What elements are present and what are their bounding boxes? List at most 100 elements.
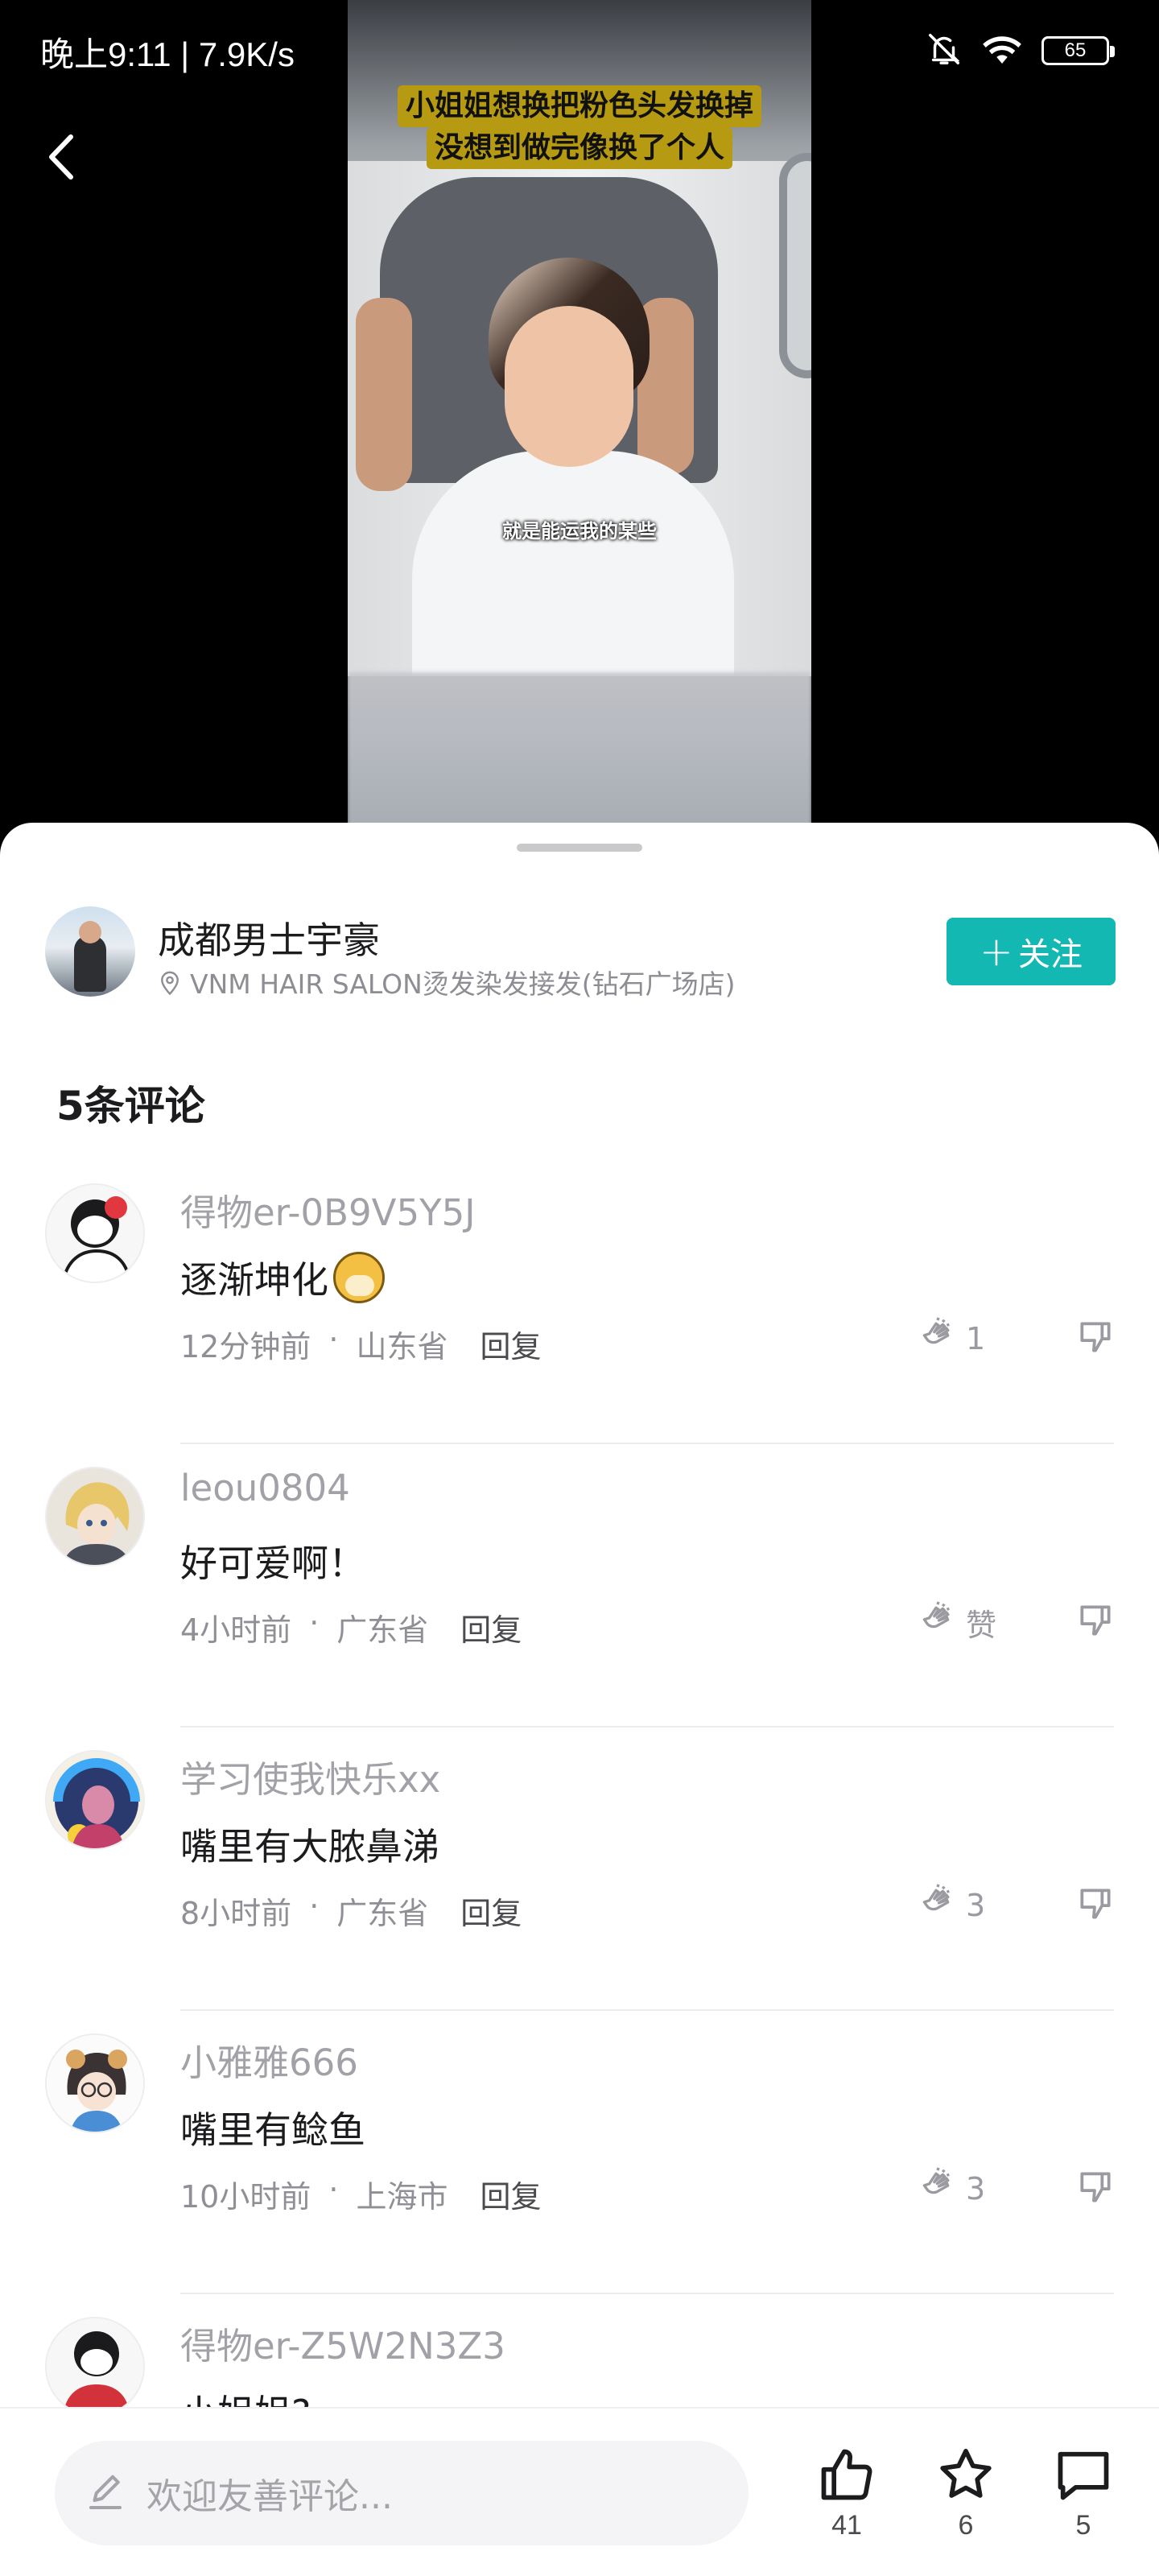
mute-icon [926,31,963,71]
clap-button[interactable]: 赞 [918,1600,996,1645]
video-blurred-bottom [348,672,811,829]
comments-header: 5条评论 [56,1083,205,1129]
clap-button[interactable]: 3 [918,1884,985,1927]
comment-region: 广东省 [336,1896,429,1931]
sheet-drag-handle[interactable] [517,844,642,852]
comment-item: 学习使我快乐xx 嘴里有大脓鼻涕 8小时前 · 广东省 回复 3 [0,1728,1159,2011]
dislike-button[interactable] [1075,1317,1116,1360]
comment-meta: 4小时前 · 广东省 回复 [180,1605,522,1649]
avatar-head [79,921,101,943]
comment-input-placeholder: 欢迎友善评论... [146,2476,393,2517]
comment-sheet: 成都男士宇豪 VNM HAIR SALON烫发染发接发(钻石广场店) + 关注 … [0,823,1159,2576]
comment-list: 得物er-0B9V5Y5J 逐渐坤化 12分钟前 · 山东省 回复 1 leou… [0,1161,1159,2576]
back-icon [49,134,73,180]
clap-button[interactable]: 1 [918,1317,985,1360]
comment-region: 山东省 [356,1329,448,1364]
author-avatar[interactable] [45,906,135,997]
favorite-button[interactable]: 6 [926,2444,1006,2541]
comment-icon [1058,2451,1109,2500]
clap-icon [922,1884,950,1911]
comment-item: 得物er-0B9V5Y5J 逐渐坤化 12分钟前 · 山东省 回复 1 [0,1161,1159,1444]
status-icons: 65 [926,31,1115,71]
doge-emoji-icon [333,1252,385,1303]
meta-separator: · [309,1605,320,1641]
clap-icon [922,1317,950,1344]
comment-text-content: 嘴里有大脓鼻涕 [180,1825,439,1868]
comment-time: 8小时前 [180,1896,292,1931]
wifi-icon [980,31,1024,71]
comment-avatar[interactable] [45,1467,145,1567]
comment-meta: 12分钟前 · 山东省 回复 [180,1322,541,1366]
dislike-icon [1080,2172,1111,2202]
avatar-figure [74,935,106,992]
dislike-icon [1080,1322,1111,1352]
back-button[interactable] [32,121,89,193]
meta-separator: · [309,1889,320,1924]
author-location-text: VNM HAIR SALON烫发染发接发(钻石广场店) [190,968,736,1000]
comment-item: 小雅雅666 嘴里有鲶鱼 10小时前 · 上海市 回复 3 [0,2011,1159,2294]
location-pin-icon [161,971,179,996]
comment-text-content: 逐渐坤化 [180,1258,328,1302]
comment-text: 好可爱啊！ [180,1534,365,1587]
video-stylist-arm [356,298,412,491]
author-row: 成都男士宇豪 VNM HAIR SALON烫发染发接发(钻石广场店) + 关注 [45,906,1116,1003]
reply-button[interactable]: 回复 [480,2172,541,2216]
clap-count: 3 [966,2171,986,2207]
comment-username[interactable]: leou0804 [180,1467,350,1509]
video-subtitle: 就是能运我的某些 [502,520,657,543]
battery-icon: 65 [1041,36,1115,65]
comment-meta: 10小时前 · 上海市 回复 [180,2172,541,2216]
comment-username[interactable]: 小雅雅666 [180,2033,358,2086]
video-player[interactable]: 小姐姐想换把粉色头发换掉 没想到做完像换了个人 就是能运我的某些 晚上9:11 … [0,0,1159,829]
comment-username[interactable]: 得物er-Z5W2N3Z3 [180,2317,505,2369]
plus-icon: + [980,928,1013,975]
comment-avatar[interactable] [45,1750,145,1850]
comment-input[interactable]: 欢迎友善评论... [55,2441,749,2545]
clap-count: 1 [966,1321,986,1356]
like-button[interactable]: 41 [806,2444,887,2541]
follow-label: 关注 [1017,936,1083,973]
comment-text: 嘴里有鲶鱼 [180,2101,365,2154]
clap-count: 3 [966,1888,986,1923]
comment-button[interactable]: 5 [1043,2444,1124,2541]
meta-separator: · [328,1322,339,1357]
comment-time: 10小时前 [180,2179,311,2215]
comment-count: 5 [1075,2510,1091,2541]
like-count: 41 [831,2510,862,2541]
clap-button[interactable]: 3 [918,2167,985,2211]
comment-avatar[interactable] [45,1183,145,1283]
comment-avatar[interactable] [45,2033,145,2133]
comment-avatar[interactable] [45,2317,145,2417]
author-name[interactable]: 成都男士宇豪 [158,911,380,964]
reply-button[interactable]: 回复 [480,1322,541,1366]
video-shirt [412,451,734,676]
status-bar: 晚上9:11 | 7.9K/s 65 [0,0,1159,105]
clap-icon [922,1600,950,1628]
author-location[interactable]: VNM HAIR SALON烫发染发接发(钻石广场店) [158,963,736,1001]
status-time: 晚上9:11 | 7.9K/s [40,35,295,73]
video-face [505,306,633,467]
reply-button[interactable]: 回复 [460,1605,522,1649]
clap-count: 赞 [966,1608,997,1643]
follow-button[interactable]: + 关注 [947,918,1116,985]
dislike-button[interactable] [1075,1884,1116,1927]
comment-text-content: 嘴里有鲶鱼 [180,2108,365,2152]
video-frame[interactable]: 小姐姐想换把粉色头发换掉 没想到做完像换了个人 就是能运我的某些 [348,0,811,829]
meta-separator: · [328,2172,339,2207]
comment-time: 4小时前 [180,1612,292,1648]
comment-text-content: 好可爱啊！ [180,1542,365,1585]
clap-icon [922,2167,950,2194]
dislike-icon [1080,1605,1111,1636]
video-caption-line2: 没想到做完像换了个人 [426,127,732,169]
comment-username[interactable]: 学习使我快乐xx [180,1750,440,1802]
comment-text: 嘴里有大脓鼻涕 [180,1818,439,1871]
pencil-icon [89,2475,122,2510]
dislike-button[interactable] [1075,1600,1116,1644]
comment-region: 上海市 [356,2179,448,2215]
comment-meta: 8小时前 · 广东省 回复 [180,1889,522,1933]
comment-time: 12分钟前 [180,1329,311,1364]
dislike-button[interactable] [1075,2167,1116,2211]
comment-username[interactable]: 得物er-0B9V5Y5J [180,1183,475,1236]
video-mirror [779,153,811,378]
reply-button[interactable]: 回复 [460,1889,522,1933]
